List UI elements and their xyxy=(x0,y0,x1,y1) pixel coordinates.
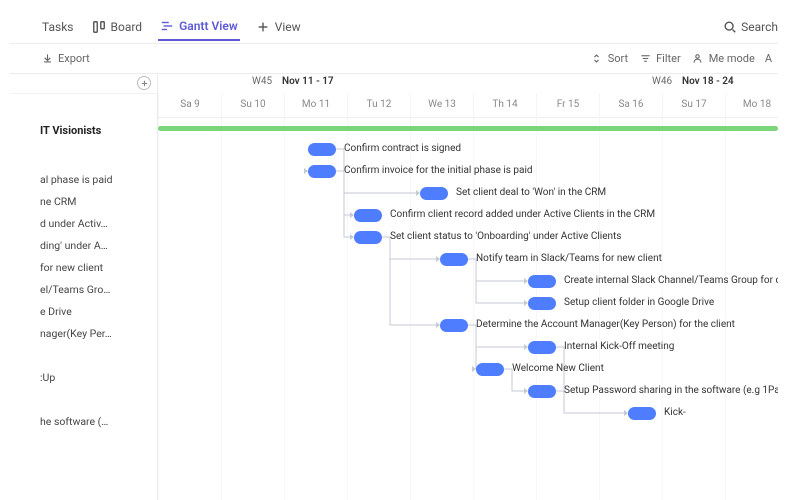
timeline-header: W45Nov 11 - 17W46Nov 18 - 24 Sa 9Su 10Mo… xyxy=(158,74,778,118)
gantt-bar-label: Kick- xyxy=(664,407,686,418)
tab-board[interactable]: Board xyxy=(90,14,145,40)
gantt-bar-label: Set client status to 'Onboarding' under … xyxy=(390,231,621,242)
gantt-bar-label: Create internal Slack Channel/Teams Grou… xyxy=(564,275,778,286)
list-item[interactable]: e Drive xyxy=(10,301,157,323)
sort-button[interactable]: Sort xyxy=(590,52,628,66)
board-icon xyxy=(92,20,106,34)
day-column-header: Sa 16 xyxy=(599,93,662,117)
gantt-bar-label: Setup client folder in Google Drive xyxy=(564,297,714,308)
gantt-bar[interactable] xyxy=(628,407,656,420)
export-label: Export xyxy=(58,52,90,65)
list-item[interactable]: :Up xyxy=(10,367,157,389)
search-button[interactable]: Search xyxy=(723,20,778,34)
day-column-header: We 13 xyxy=(410,93,473,117)
plus-icon xyxy=(256,20,270,34)
week-code: W45 xyxy=(252,76,272,87)
gantt-bar[interactable] xyxy=(354,231,382,244)
list-item[interactable] xyxy=(10,389,157,411)
day-column-header: Su 10 xyxy=(221,93,284,117)
sort-label: Sort xyxy=(608,52,628,65)
me-mode-button[interactable]: Me mode xyxy=(691,52,755,66)
me-mode-label: Me mode xyxy=(709,52,755,65)
day-column-header: Mo 11 xyxy=(284,93,347,117)
tab-gantt-label: Gantt View xyxy=(179,19,238,33)
week-range: Nov 18 - 24 xyxy=(682,76,734,87)
gantt-bar[interactable] xyxy=(308,165,336,178)
gantt-bar[interactable] xyxy=(476,363,504,376)
timeline-body: Confirm contract is signed Confirm invoic… xyxy=(158,118,778,500)
list-item[interactable]: d under Activ… xyxy=(10,213,157,235)
search-icon xyxy=(723,20,737,34)
gantt-bar[interactable] xyxy=(354,209,382,222)
plus-icon xyxy=(138,76,150,90)
export-button[interactable]: Export xyxy=(40,52,90,66)
download-icon xyxy=(40,52,54,66)
list-item[interactable]: ding' under A… xyxy=(10,235,157,257)
gantt-bar-label: Confirm contract is signed xyxy=(344,143,461,154)
view-tabs-row: Tasks Board Gantt View View Search xyxy=(10,10,778,44)
day-column-header: Sa 9 xyxy=(158,93,221,117)
week-code: W46 xyxy=(652,76,672,87)
days-row: Sa 9Su 10Mo 11Tu 12We 13Th 14Fr 15Sa 16S… xyxy=(158,93,778,117)
filter-icon xyxy=(638,52,652,66)
day-column-header: Fr 15 xyxy=(536,93,599,117)
sort-icon xyxy=(590,52,604,66)
assignee-button[interactable]: A xyxy=(765,52,772,65)
assignee-initial: A xyxy=(765,52,772,65)
project-summary-bar[interactable] xyxy=(158,126,778,131)
day-column-header: Mo 18 xyxy=(725,93,778,117)
list-item[interactable] xyxy=(10,345,157,367)
gantt-bar-label: Notify team in Slack/Teams for new clien… xyxy=(476,253,662,264)
sidebar-header xyxy=(10,74,157,94)
gantt-bar-label: Determine the Account Manager(Key Person… xyxy=(476,319,735,330)
project-title: IT Visionists xyxy=(10,118,157,147)
filter-label: Filter xyxy=(656,52,681,65)
gantt-bar[interactable] xyxy=(308,143,336,156)
list-item[interactable]: el/Teams Gro… xyxy=(10,279,157,301)
gantt-icon xyxy=(160,19,174,33)
tab-board-label: Board xyxy=(111,20,143,34)
day-column-header: Tu 12 xyxy=(347,93,410,117)
list-item[interactable]: he software (… xyxy=(10,411,157,433)
gantt-bar-label: Setup Password sharing in the software (… xyxy=(564,385,778,396)
tab-tasks-label: Tasks xyxy=(42,20,74,34)
gantt-timeline[interactable]: W45Nov 11 - 17W46Nov 18 - 24 Sa 9Su 10Mo… xyxy=(158,74,778,500)
add-task-button[interactable] xyxy=(137,76,151,90)
tab-tasks[interactable]: Tasks xyxy=(40,14,76,40)
gantt-bar[interactable] xyxy=(528,385,556,398)
filter-button[interactable]: Filter xyxy=(638,52,681,66)
tab-gantt[interactable]: Gantt View xyxy=(158,13,240,41)
gantt-main: IT Visionists al phase is paidne CRMd un… xyxy=(10,74,778,500)
list-item[interactable] xyxy=(10,147,157,169)
gantt-bar[interactable] xyxy=(528,341,556,354)
gantt-bar[interactable] xyxy=(528,297,556,310)
gantt-bar-label: Confirm client record added under Active… xyxy=(390,209,655,220)
task-list-sidebar: IT Visionists al phase is paidne CRMd un… xyxy=(10,74,158,500)
gantt-bar-label: Confirm invoice for the initial phase is… xyxy=(344,165,533,176)
list-item[interactable]: ne CRM xyxy=(10,191,157,213)
day-column-header: Th 14 xyxy=(473,93,536,117)
list-item[interactable]: al phase is paid xyxy=(10,169,157,191)
list-item[interactable]: for new client xyxy=(10,257,157,279)
list-item[interactable]: nager(Key Per… xyxy=(10,323,157,345)
gantt-bar-label: Set client deal to 'Won' in the CRM xyxy=(456,187,606,198)
gantt-bar-label: Internal Kick-Off meeting xyxy=(564,341,674,352)
week-range: Nov 11 - 17 xyxy=(282,76,334,87)
toolbar-row: Export Sort Filter Me mode A xyxy=(10,44,778,74)
gantt-bars-container: Confirm contract is signed Confirm invoic… xyxy=(158,140,778,426)
add-view-button[interactable]: View xyxy=(254,14,303,40)
day-column-header: Su 17 xyxy=(662,93,725,117)
gantt-bar-label: Welcome New Client xyxy=(512,363,604,374)
gantt-bar[interactable] xyxy=(440,253,468,266)
search-label: Search xyxy=(741,20,778,34)
task-list: al phase is paidne CRMd under Activ…ding… xyxy=(10,147,157,433)
gantt-bar[interactable] xyxy=(528,275,556,288)
gantt-bar[interactable] xyxy=(440,319,468,332)
add-view-label: View xyxy=(275,20,301,34)
person-icon xyxy=(691,52,705,66)
gantt-bar[interactable] xyxy=(420,187,448,200)
